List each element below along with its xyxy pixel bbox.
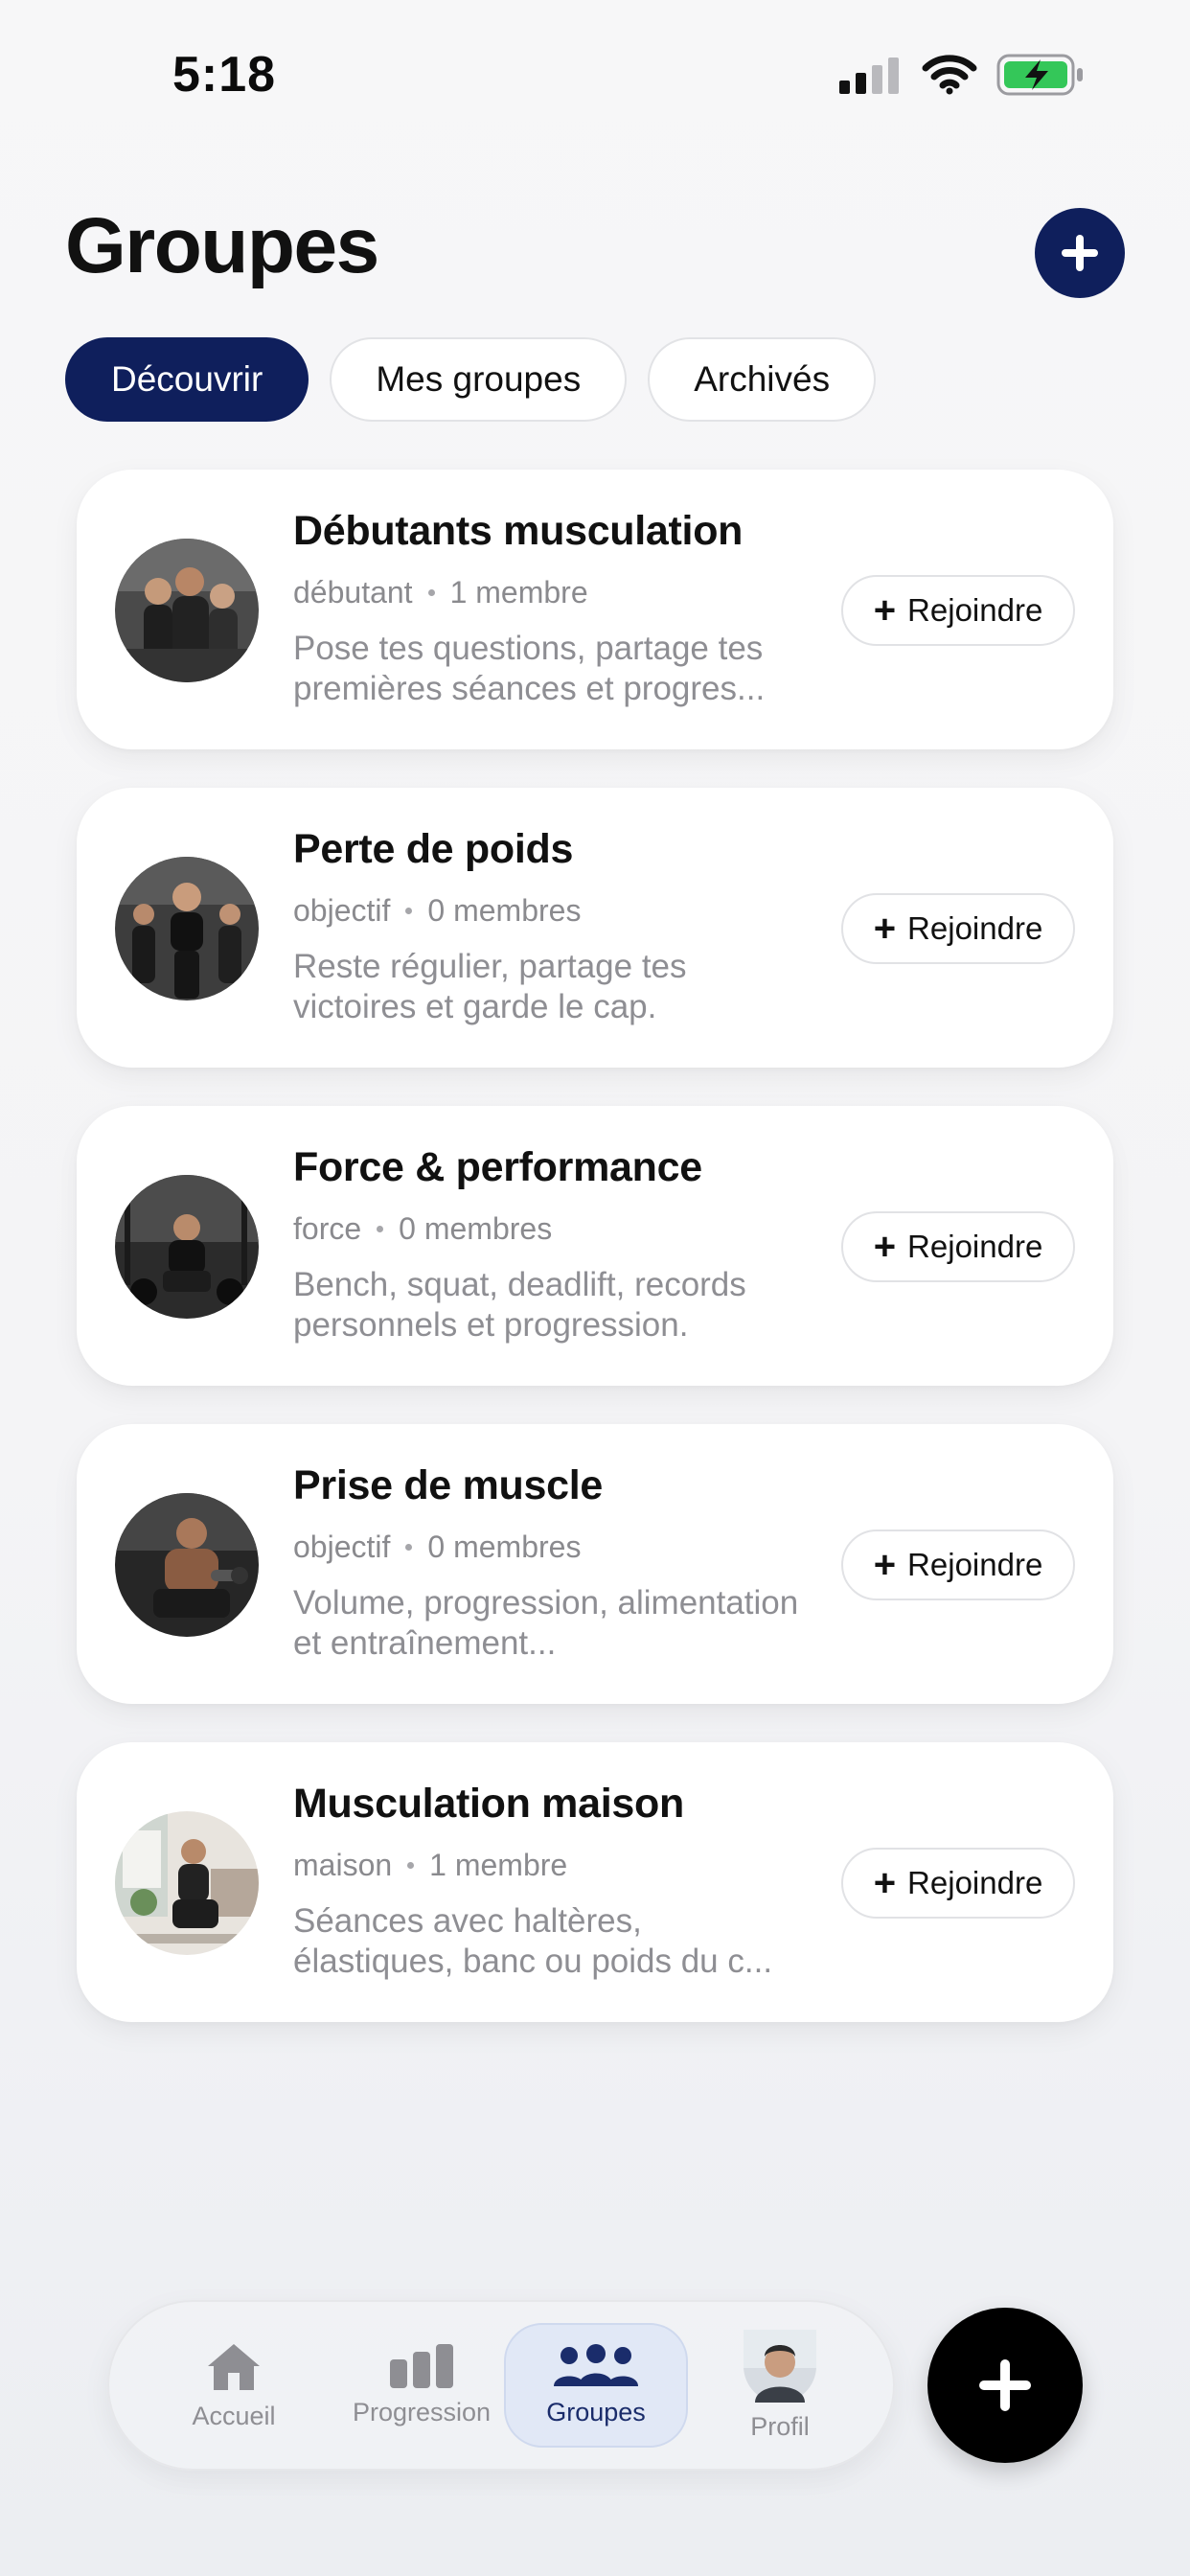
join-button[interactable]: + Rejoindre bbox=[841, 893, 1075, 964]
group-card[interactable]: Force & performance force 0 membres Benc… bbox=[77, 1106, 1113, 1386]
group-title: Musculation maison bbox=[293, 1781, 684, 1827]
group-meta: maison 1 membre bbox=[293, 1848, 567, 1883]
group-card[interactable]: Débutants musculation débutant 1 membre … bbox=[77, 470, 1113, 749]
plus-icon: + bbox=[873, 908, 897, 950]
nav-label: Accueil bbox=[192, 2401, 276, 2430]
nav-item-groups[interactable]: Groupes bbox=[504, 2323, 688, 2448]
tab-my-groups[interactable]: Mes groupes bbox=[330, 337, 628, 422]
group-card[interactable]: Prise de muscle objectif 0 membres Volum… bbox=[77, 1424, 1113, 1704]
group-title: Débutants musculation bbox=[293, 508, 744, 554]
join-label: Rejoindre bbox=[907, 1229, 1043, 1264]
group-member-count: 1 membre bbox=[429, 1848, 568, 1882]
group-tag: force bbox=[293, 1211, 362, 1246]
meta-separator-dot bbox=[427, 589, 435, 596]
bottom-tab-bar: Accueil Progression Groupes Profil bbox=[107, 2300, 895, 2471]
meta-separator-dot bbox=[377, 1226, 384, 1232]
group-card[interactable]: Perte de poids objectif 0 membres Reste … bbox=[77, 788, 1113, 1068]
group-title: Perte de poids bbox=[293, 826, 574, 872]
group-member-count: 0 membres bbox=[399, 1211, 553, 1246]
home-icon bbox=[208, 2343, 260, 2390]
group-avatar-photo bbox=[115, 1175, 259, 1319]
bar-chart-icon bbox=[390, 2343, 453, 2388]
plus-icon: + bbox=[873, 589, 897, 632]
plus-icon bbox=[979, 2359, 1031, 2411]
group-description: Pose tes questions, partage tes première… bbox=[293, 630, 766, 707]
join-label: Rejoindre bbox=[907, 910, 1043, 946]
group-tag: maison bbox=[293, 1848, 393, 1882]
cellular-signal-icon bbox=[839, 56, 903, 99]
group-tag: débutant bbox=[293, 575, 413, 610]
join-label: Rejoindre bbox=[907, 1547, 1043, 1582]
tab-discover[interactable]: Découvrir bbox=[65, 337, 309, 422]
segment-tabs: Découvrir Mes groupes Archivés bbox=[65, 337, 877, 422]
group-member-count: 1 membre bbox=[449, 575, 588, 610]
floating-add-button[interactable] bbox=[927, 2308, 1083, 2463]
meta-separator-dot bbox=[405, 1544, 413, 1551]
group-card[interactable]: Musculation maison maison 1 membre Séanc… bbox=[77, 1742, 1113, 2022]
plus-icon: + bbox=[873, 1226, 897, 1268]
group-list: Débutants musculation débutant 1 membre … bbox=[77, 470, 1113, 2060]
group-avatar-photo bbox=[115, 857, 259, 1000]
group-tag: objectif bbox=[293, 893, 391, 928]
users-icon bbox=[554, 2343, 638, 2386]
group-member-count: 0 membres bbox=[427, 1530, 582, 1564]
wifi-icon bbox=[922, 55, 977, 100]
status-time: 5:18 bbox=[172, 47, 277, 103]
nav-item-progression[interactable]: Progression bbox=[330, 2323, 514, 2448]
meta-separator-dot bbox=[405, 908, 413, 914]
status-bar: 5:18 bbox=[0, 0, 1190, 144]
meta-separator-dot bbox=[407, 1862, 415, 1869]
profile-avatar bbox=[744, 2329, 816, 2403]
join-button[interactable]: + Rejoindre bbox=[841, 1530, 1075, 1600]
group-description: Séances avec haltères, élastiques, banc … bbox=[293, 1902, 773, 1980]
join-label: Rejoindre bbox=[907, 1865, 1043, 1900]
plus-icon: + bbox=[873, 1862, 897, 1904]
group-avatar-photo bbox=[115, 1493, 259, 1637]
nav-label: Progression bbox=[352, 2397, 492, 2426]
join-button[interactable]: + Rejoindre bbox=[841, 1848, 1075, 1919]
group-title: Prise de muscle bbox=[293, 1462, 603, 1508]
group-meta: objectif 0 membres bbox=[293, 893, 581, 929]
group-description: Volume, progression, alimentation et ent… bbox=[293, 1584, 799, 1662]
group-meta: force 0 membres bbox=[293, 1211, 552, 1247]
group-description: Reste régulier, partage tes victoires et… bbox=[293, 948, 687, 1025]
group-avatar-photo bbox=[115, 539, 259, 682]
group-title: Force & performance bbox=[293, 1144, 702, 1190]
status-icons bbox=[839, 54, 1085, 101]
tab-archived[interactable]: Archivés bbox=[648, 337, 877, 422]
nav-label: Profil bbox=[750, 2411, 810, 2441]
join-label: Rejoindre bbox=[907, 592, 1043, 628]
group-meta: débutant 1 membre bbox=[293, 575, 588, 610]
group-avatar-photo bbox=[115, 1811, 259, 1955]
plus-icon bbox=[1062, 235, 1098, 271]
join-button[interactable]: + Rejoindre bbox=[841, 575, 1075, 646]
join-button[interactable]: + Rejoindre bbox=[841, 1211, 1075, 1282]
create-group-button[interactable] bbox=[1035, 208, 1125, 298]
plus-icon: + bbox=[873, 1544, 897, 1586]
page-title: Groupes bbox=[65, 202, 379, 289]
group-meta: objectif 0 membres bbox=[293, 1530, 581, 1565]
group-description: Bench, squat, deadlift, records personne… bbox=[293, 1266, 746, 1344]
nav-item-home[interactable]: Accueil bbox=[142, 2323, 326, 2448]
nav-label: Groupes bbox=[546, 2397, 646, 2426]
group-tag: objectif bbox=[293, 1530, 391, 1564]
group-member-count: 0 membres bbox=[427, 893, 582, 928]
nav-item-profile[interactable]: Profil bbox=[688, 2323, 872, 2448]
battery-charging-icon bbox=[996, 54, 1085, 101]
